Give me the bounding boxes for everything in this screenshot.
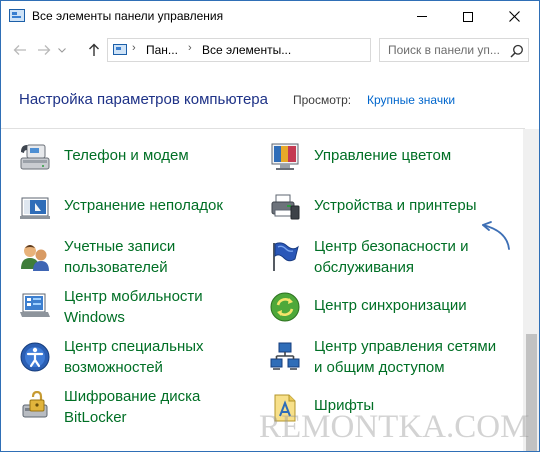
address-bar: › Пан... › Все элементы... <box>1 32 539 68</box>
control-panel-window: Все элементы панели управления › Пан... … <box>0 0 540 452</box>
item-label: Устройства и принтеры <box>314 195 476 216</box>
breadcrumb-separator-icon: › <box>132 42 136 54</box>
troubleshooting-icon <box>20 197 50 219</box>
item-label: Учетные записи пользователей <box>64 236 175 278</box>
page-header: Настройка параметров компьютера Просмотр… <box>1 68 539 128</box>
item-label-line2: обслуживания <box>314 259 415 276</box>
item-label-line1: Устранение неполадок <box>64 197 223 214</box>
view-by-label: Просмотр: <box>293 93 352 107</box>
arrow-left-icon <box>13 45 26 55</box>
control-panel-icon <box>9 9 25 22</box>
item-label: Центр мобильности Windows <box>64 286 203 328</box>
item-label-line1: Управление цветом <box>314 147 452 164</box>
title-bar: Все элементы панели управления <box>1 1 539 32</box>
item-label: Центр специальных возможностей <box>64 336 204 378</box>
address-field[interactable]: › Пан... › Все элементы... <box>107 38 470 62</box>
view-by-dropdown[interactable]: Крупные значки <box>367 93 455 107</box>
vertical-scrollbar[interactable] <box>523 129 539 451</box>
bitlocker-icon <box>22 391 48 418</box>
maximize-button[interactable] <box>445 1 491 32</box>
item-label: Устранение неполадок <box>64 195 223 216</box>
color-management-icon <box>271 143 299 170</box>
breadcrumb-all-items[interactable]: Все элементы... <box>202 43 291 57</box>
scrollbar-thumb[interactable] <box>526 334 537 451</box>
network-sharing-icon <box>270 342 300 370</box>
control-panel-icon <box>113 44 127 55</box>
item-label: Управление цветом <box>314 145 451 166</box>
arrow-up-icon <box>89 43 99 56</box>
sync-center-icon <box>270 292 300 322</box>
item-label-line1: Телефон и модем <box>64 147 189 164</box>
item-label-line2: и общим доступом <box>314 359 445 376</box>
search-input[interactable] <box>388 43 506 57</box>
item-label: Центр безопасности и обслуживания <box>314 236 468 278</box>
item-label: Шифрование диска BitLocker <box>64 386 200 428</box>
annotation-arrow-icon <box>482 221 510 250</box>
item-label-line2: пользователей <box>64 259 168 276</box>
item-label: Шрифты <box>314 395 374 416</box>
search-icon <box>510 44 523 58</box>
item-label-line1: Устройства и принтеры <box>314 197 477 214</box>
item-label-line2: возможностей <box>64 359 163 376</box>
devices-printers-icon <box>271 194 300 220</box>
item-label-line1: Учетные записи <box>64 238 176 255</box>
item-label-line1: Центр мобильности <box>64 288 203 305</box>
close-button[interactable] <box>491 1 537 32</box>
ease-of-access-icon <box>20 342 50 372</box>
phone-modem-icon <box>20 144 50 170</box>
item-label: Центр управления сетями и общим доступом <box>314 336 496 378</box>
fonts-icon <box>274 394 296 422</box>
item-label-line1: Шрифты <box>314 397 375 414</box>
minimize-icon <box>417 16 427 17</box>
item-label: Телефон и модем <box>64 145 189 166</box>
maximize-icon <box>463 11 473 22</box>
item-label-line1: Центр специальных <box>64 338 204 355</box>
minimize-button[interactable] <box>399 1 445 32</box>
breadcrumb-control-panel[interactable]: Пан... <box>146 43 178 57</box>
recent-locations-button[interactable] <box>55 39 69 61</box>
breadcrumb-separator-icon: › <box>188 42 192 54</box>
control-panel-items: Телефон и модем Устранение неполадок Уче… <box>1 129 523 451</box>
chevron-down-icon <box>58 47 66 53</box>
close-icon <box>508 11 520 22</box>
up-button[interactable] <box>83 39 105 61</box>
item-label-line2: Windows <box>64 309 125 326</box>
item-label-line1: Центр синхронизации <box>314 297 467 314</box>
search-box[interactable] <box>379 38 529 62</box>
security-maintenance-icon <box>273 242 299 271</box>
item-label-line1: Центр безопасности и <box>314 238 469 255</box>
back-button[interactable] <box>9 39 31 61</box>
user-accounts-icon <box>21 245 49 271</box>
arrow-right-icon <box>38 45 51 55</box>
forward-button[interactable] <box>33 39 55 61</box>
mobility-center-icon <box>20 293 50 317</box>
item-label: Центр синхронизации <box>314 295 467 316</box>
item-label-line1: Шифрование диска <box>64 388 201 405</box>
item-label-line2: BitLocker <box>64 409 127 426</box>
window-title: Все элементы панели управления <box>32 9 224 23</box>
page-title: Настройка параметров компьютера <box>19 91 268 108</box>
item-label-line1: Центр управления сетями <box>314 338 497 355</box>
